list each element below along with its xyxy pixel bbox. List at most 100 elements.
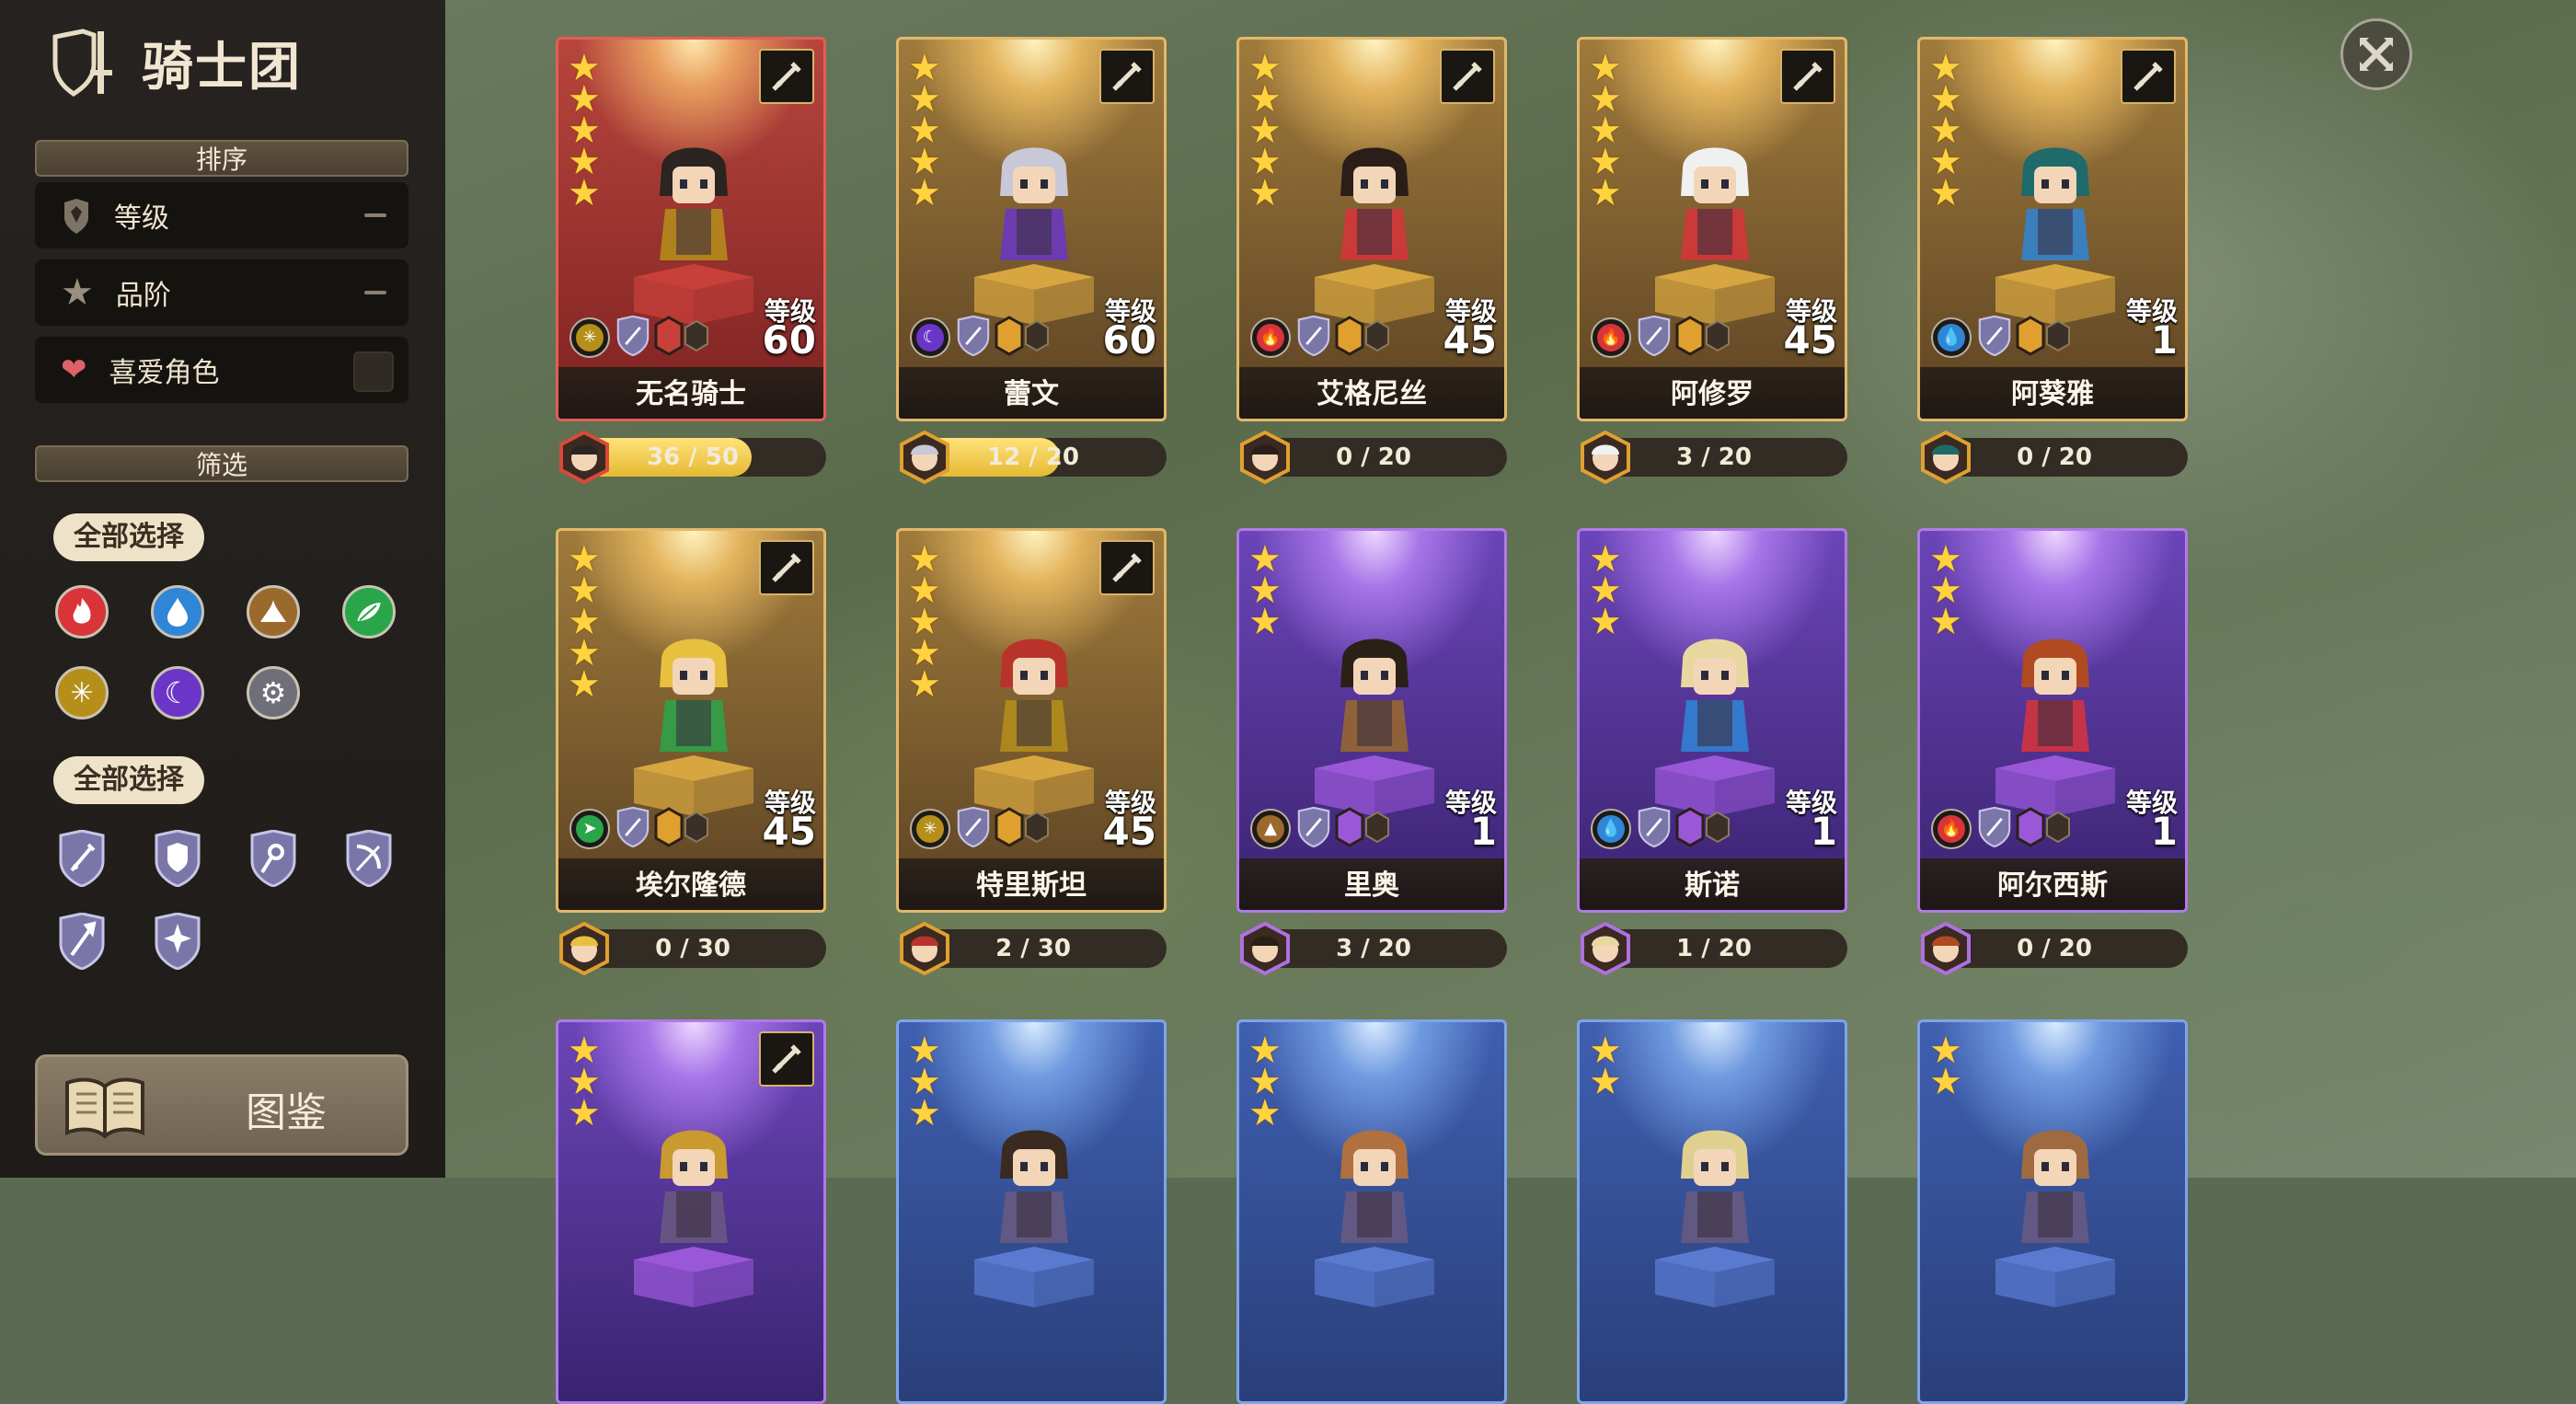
class-shield-filter[interactable] (153, 830, 202, 887)
sort-grade-toggle[interactable] (364, 291, 386, 294)
weapon-icon[interactable] (759, 1031, 814, 1087)
element-badge-icon: 🔥 (1250, 317, 1291, 358)
weapon-icon[interactable] (759, 49, 814, 104)
filter-header: 筛选 (35, 445, 408, 482)
element-badge-icon: 🔥 (1931, 809, 1972, 849)
sort-grade-label: 品阶 (115, 280, 171, 312)
weapon-icon[interactable] (1099, 49, 1155, 104)
star-icon: ★ (1248, 172, 1282, 214)
hero-card[interactable]: ★ ★ ★ 💧 等级 1 斯诺 (1577, 528, 1847, 913)
element-fire-filter[interactable] (55, 585, 109, 639)
weapon-glyph-icon (1112, 553, 1142, 582)
hero-level: 45 (1443, 317, 1497, 363)
class-sword-filter[interactable] (57, 830, 107, 887)
hero-pedestal (965, 1243, 1103, 1311)
hero-card[interactable]: ★ ★ ★ ★ ★ 🔥 等级 45 阿修罗 (1577, 37, 1847, 421)
favorite-checkbox[interactable] (353, 351, 394, 392)
star-rating: ★ ★ ★ (568, 1032, 604, 1134)
sort-by-grade[interactable]: ★ 品阶 (35, 259, 408, 326)
weapon-icon[interactable] (2121, 49, 2176, 104)
hero-mini-avatar-icon (1579, 921, 1632, 976)
weapon-icon[interactable] (1780, 49, 1835, 104)
weapon-glyph-icon (1453, 62, 1482, 91)
heart-icon: ❤ (61, 351, 87, 388)
element-badge-icon: 💧 (1591, 809, 1631, 849)
level-shield-icon (64, 199, 88, 234)
weapon-icon[interactable] (1099, 540, 1155, 595)
codex-button[interactable]: 图鉴 (35, 1054, 408, 1156)
element-light-filter[interactable]: ✳ (55, 666, 109, 719)
rune-slot-icon (1335, 807, 1394, 851)
star-icon: ★ (1589, 172, 1622, 214)
select-all-elements-button[interactable]: 全部选择 (53, 513, 204, 561)
element-badge-icon: 💧 (1931, 317, 1972, 358)
element-basic-filter[interactable]: ⚙ (247, 666, 300, 719)
sort-favorite[interactable]: ❤ 喜爱角色 (35, 337, 408, 403)
hero-name: 艾格尼丝 (1317, 378, 1427, 410)
hero-level: 1 (1469, 809, 1497, 854)
element-badge-icon: ✳ (569, 317, 610, 358)
star-icon: ★ (1929, 601, 1962, 643)
select-all-classes-button[interactable]: 全部选择 (53, 756, 204, 804)
weapon-icon[interactable] (1440, 49, 1495, 104)
hero-card[interactable]: ★ ★ ★ ★ ★ ✳ 等级 60 无名骑士 (556, 37, 826, 421)
hero-card[interactable]: ★ ★ ★ (896, 1019, 1167, 1404)
star-icon: ★ (1248, 601, 1282, 643)
star-rating: ★ ★ ★ (1248, 1032, 1285, 1132)
element-dark-filter[interactable]: ☾ (151, 666, 204, 719)
close-icon (2360, 38, 2393, 71)
hero-card[interactable]: ★ ★ (1577, 1019, 1847, 1404)
hero-badges: ▲ (1250, 806, 1394, 851)
hero-card[interactable]: ★ ★ (1917, 1019, 2188, 1404)
hero-mini-avatar-icon (1238, 921, 1292, 976)
hero-name: 特里斯坦 (976, 869, 1087, 902)
sidebar: 骑士团 排序 等级 ★ 品阶 ❤ 喜爱角色 筛选 全部选择 ✳ ☾ ⚙ 全部选择 (0, 0, 445, 1178)
hero-name: 埃尔隆德 (636, 869, 746, 902)
class-spear-filter[interactable] (57, 913, 107, 970)
weapon-icon[interactable] (759, 540, 814, 595)
element-badge-icon: ✳ (910, 809, 950, 849)
sort-favorite-label: 喜爱角色 (109, 357, 220, 389)
hero-card[interactable]: ★ ★ ★ ★ ★ ☾ 等级 60 蕾文 (896, 37, 1167, 421)
hero-name: 阿修罗 (1671, 378, 1754, 410)
star-icon: ★ (568, 172, 601, 214)
sort-level-toggle[interactable] (364, 213, 386, 217)
class-staff-filter[interactable] (248, 830, 298, 887)
hero-card[interactable]: ★ ★ ★ (556, 1019, 826, 1404)
sort-by-level[interactable]: 等级 (35, 182, 408, 248)
hero-card[interactable]: ★ ★ ★ ★ ★ 💧 等级 1 阿葵雅 (1917, 37, 2188, 421)
hero-badges: 💧 (1591, 806, 1734, 851)
hero-mini-avatar-icon (898, 430, 951, 485)
star-rating: ★ ★ (1589, 1032, 1626, 1100)
class-badge-icon (1296, 806, 1331, 851)
basic-gear-icon: ⚙ (259, 675, 287, 710)
element-water-filter[interactable] (151, 585, 204, 639)
hero-card[interactable]: ★ ★ ★ (1236, 1019, 1507, 1404)
element-badge-icon: ☾ (910, 317, 950, 358)
hero-badges: ✳ (569, 315, 713, 360)
dark-moon-icon: ☾ (164, 675, 191, 710)
hero-card[interactable]: ★ ★ ★ 🔥 等级 1 阿尔西斯 (1917, 528, 2188, 913)
element-badge-icon: ▲ (1250, 809, 1291, 849)
class-badge-icon (615, 806, 650, 851)
hero-name: 蕾文 (1004, 378, 1059, 410)
hero-card[interactable]: ★ ★ ★ ★ ★ 🔥 等级 45 艾格尼丝 (1236, 37, 1507, 421)
weapon-glyph-icon (772, 553, 801, 582)
class-badge-icon (1637, 315, 1672, 360)
hero-pedestal (1986, 1243, 2124, 1311)
hero-card[interactable]: ★ ★ ★ ★ ★ ➤ 等级 45 埃尔隆德 (556, 528, 826, 913)
hero-card[interactable]: ★ ★ ★ ★ ★ ✳ 等级 45 特里斯坦 (896, 528, 1167, 913)
star-icon: ★ (908, 1092, 941, 1134)
close-button[interactable] (2340, 18, 2412, 90)
class-support-filter[interactable] (153, 913, 202, 970)
element-wind-filter[interactable] (342, 585, 396, 639)
rune-slot-icon (654, 316, 713, 360)
sort-header: 排序 (35, 140, 408, 177)
element-badge-icon: ➤ (569, 809, 610, 849)
hero-card[interactable]: ★ ★ ★ ▲ 等级 1 里奥 (1236, 528, 1507, 913)
water-drop-icon (167, 598, 188, 627)
class-badge-icon (1977, 806, 2012, 851)
element-earth-filter[interactable] (247, 585, 300, 639)
class-bow-filter[interactable] (344, 830, 394, 887)
star-icon: ★ (568, 1092, 601, 1134)
